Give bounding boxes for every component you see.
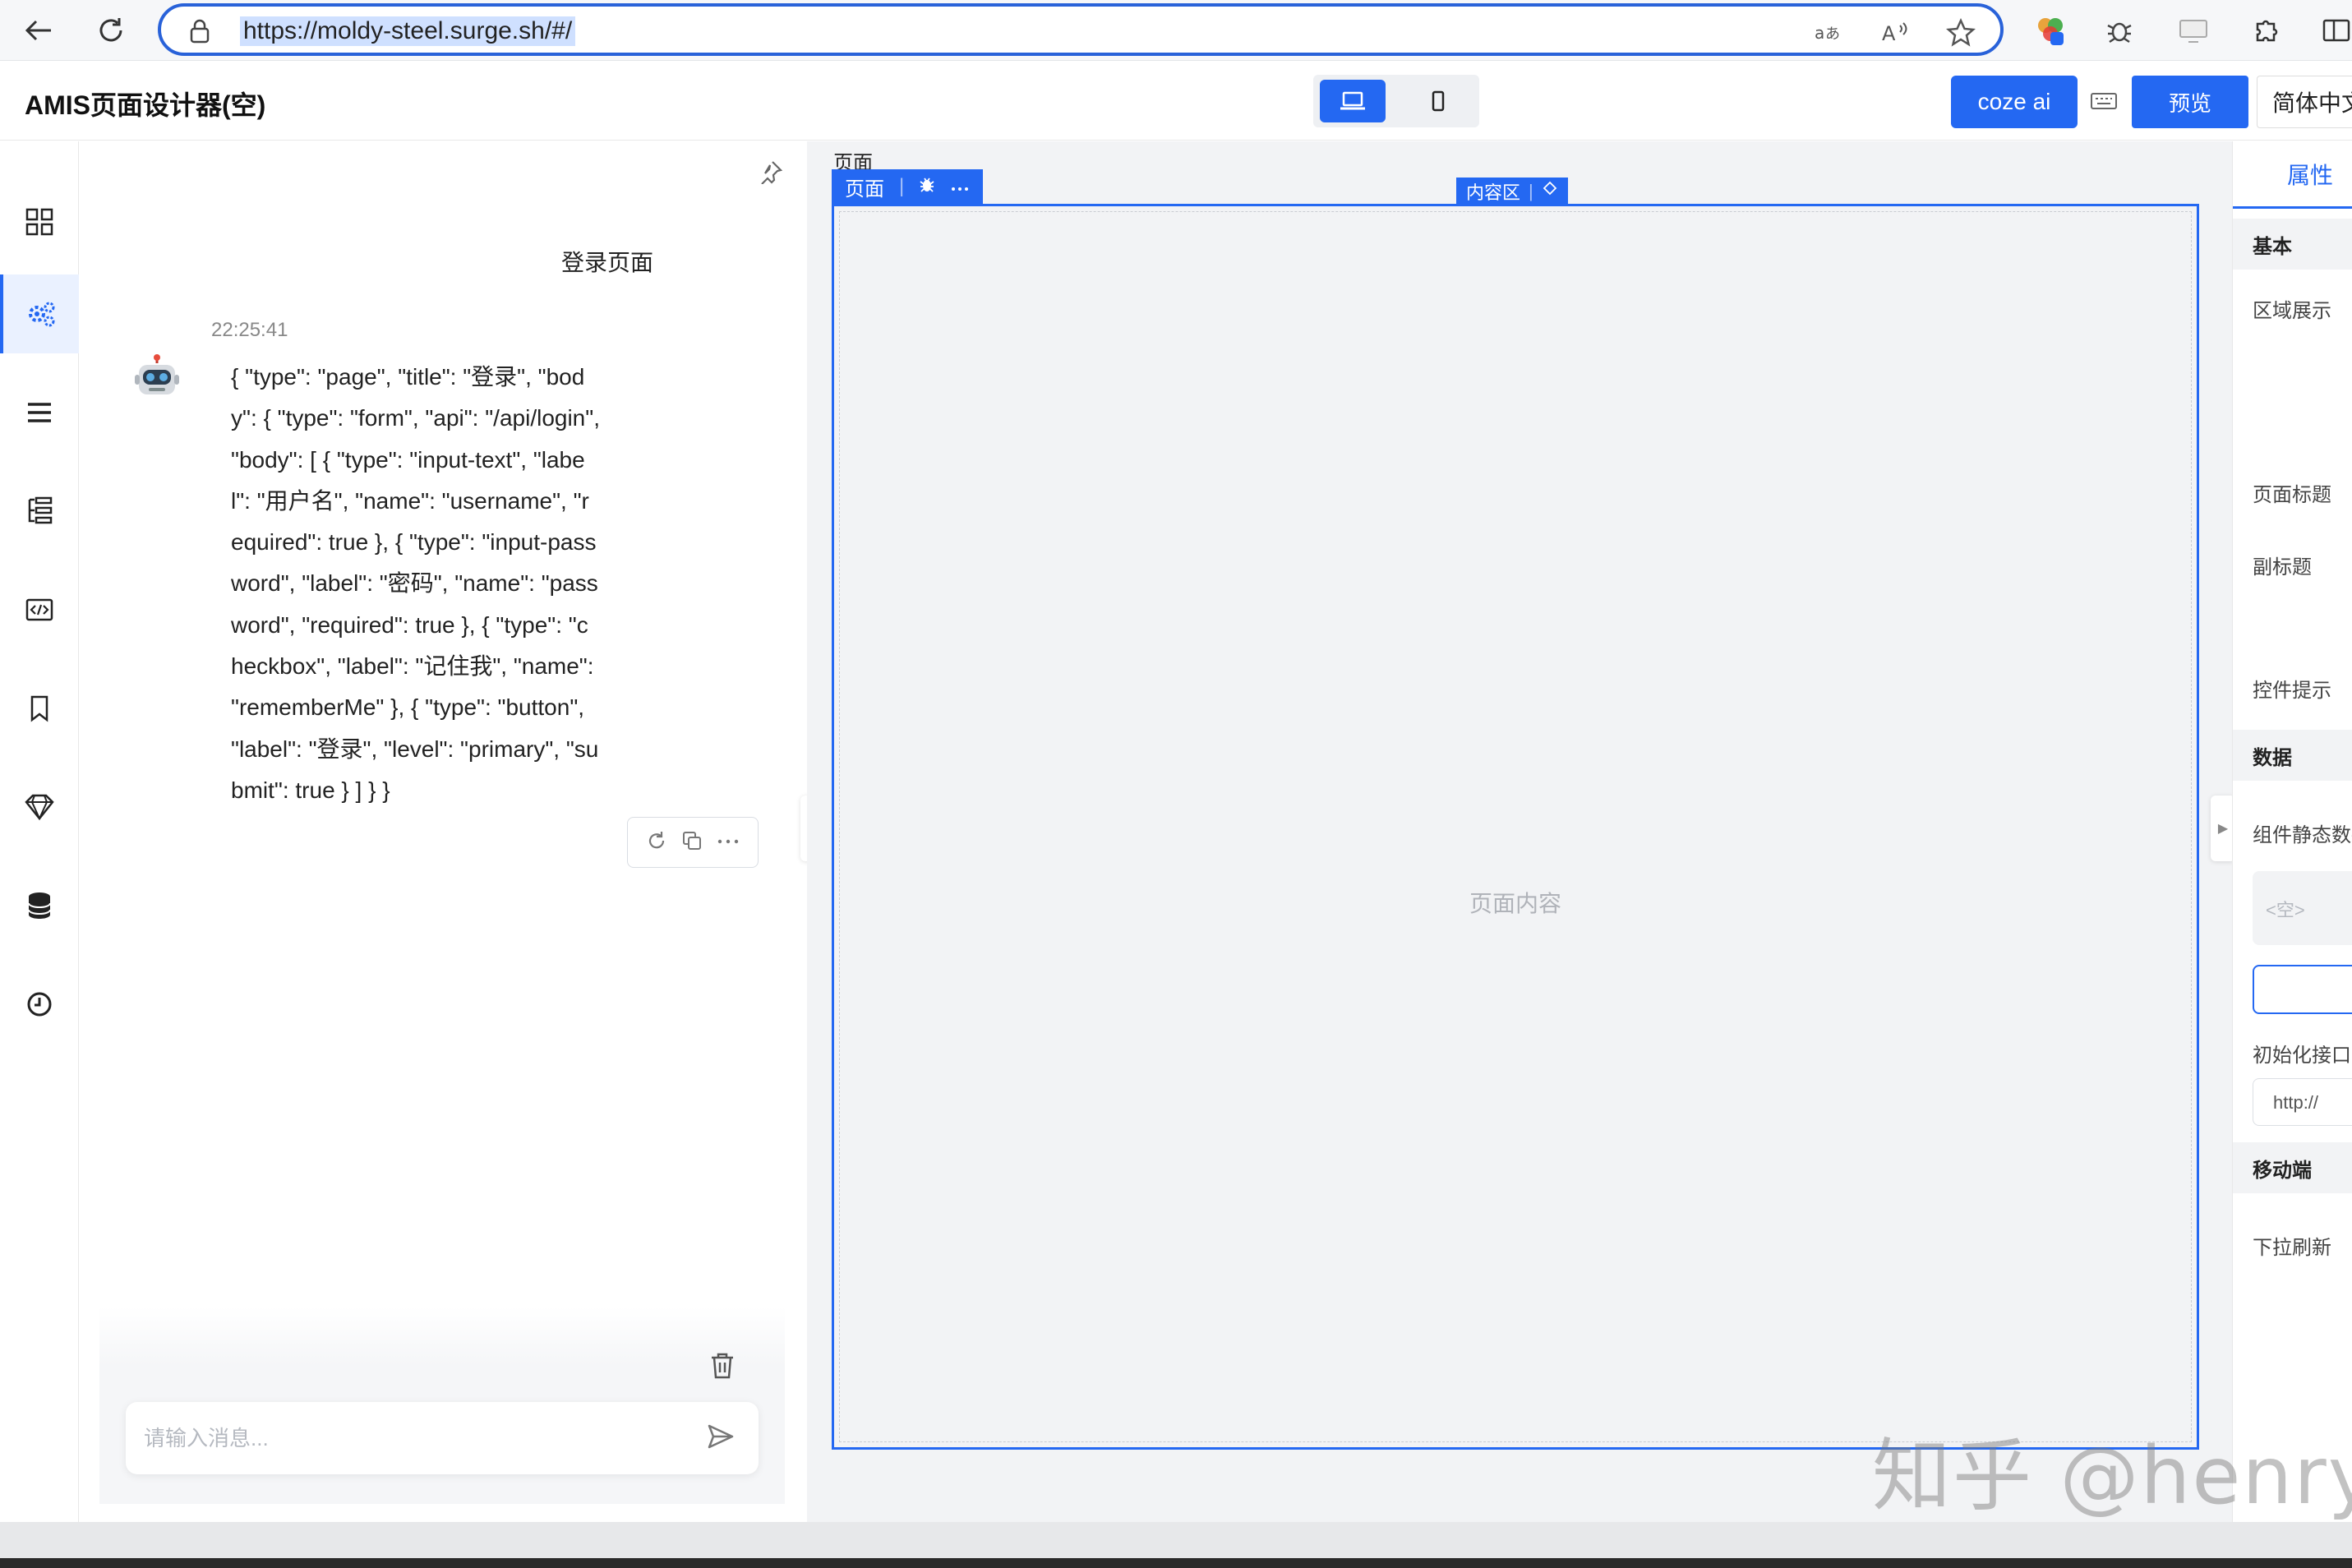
section-data[interactable]: 数据: [2233, 730, 2352, 781]
content-tag-label[interactable]: 内容区: [1466, 178, 1520, 205]
laptop-icon: [1340, 91, 1365, 110]
split-screen-icon[interactable]: [2317, 12, 2352, 49]
ai-gears-icon[interactable]: [0, 274, 79, 353]
extensions-puzzle-icon[interactable]: [2247, 12, 2285, 49]
message-input[interactable]: [144, 1420, 670, 1456]
content-region-tag: 内容区 |: [1456, 178, 1568, 205]
static-data-input[interactable]: [2253, 965, 2352, 1014]
bookmark-icon[interactable]: [0, 669, 79, 748]
section-basic[interactable]: 基本: [2233, 219, 2352, 270]
left-rail: [0, 141, 79, 1522]
bottom-edge: [0, 1558, 2352, 1568]
desktop-view-button[interactable]: [1320, 80, 1386, 122]
browser-toolbar: https://moldy-steel.surge.sh/#/ aあ A: [0, 0, 2352, 61]
page-selection-toolbar: 页面 |: [832, 169, 984, 204]
language-select[interactable]: 简体中文: [2257, 76, 2352, 128]
copy-icon[interactable]: [681, 830, 703, 855]
url-text[interactable]: https://moldy-steel.surge.sh/#/: [240, 16, 576, 46]
message-actions: [627, 817, 759, 868]
address-bar[interactable]: https://moldy-steel.surge.sh/#/ aあ A: [158, 3, 2004, 56]
label-static-data: 组件静态数据: [2253, 824, 2352, 846]
favorite-star-icon[interactable]: [1944, 16, 1977, 49]
pin-icon[interactable]: [759, 159, 783, 188]
api-placeholder: http://: [2273, 1092, 2319, 1113]
chat-compose-area: [99, 1307, 785, 1504]
page-body-region[interactable]: 页面内容: [839, 211, 2192, 1442]
more-icon[interactable]: [717, 835, 740, 850]
message-input-box: [126, 1402, 759, 1474]
device-switcher: [1313, 75, 1479, 127]
translate-icon[interactable]: aあ: [1813, 16, 1846, 49]
outline-tree-icon[interactable]: [0, 472, 79, 551]
label-subtitle: 副标题: [2253, 556, 2312, 579]
page-tag-label[interactable]: 页面: [845, 173, 884, 201]
keyboard-icon[interactable]: [2087, 85, 2120, 118]
menu-list-icon[interactable]: [0, 373, 79, 452]
screen: https://moldy-steel.surge.sh/#/ aあ A AMI…: [0, 0, 2352, 1568]
empty-placeholder: <空>: [2266, 900, 2305, 920]
label-init-api: 初始化接口: [2253, 1045, 2351, 1067]
preview-button[interactable]: 预览: [2132, 76, 2248, 128]
zhihu-watermark: 知乎 @henry: [1872, 1430, 2352, 1522]
user-message: 登录页面: [561, 250, 654, 275]
insert-component-icon[interactable]: [1542, 181, 1558, 202]
clear-trash-icon[interactable]: [709, 1351, 736, 1385]
svg-text:A: A: [1882, 22, 1896, 45]
debug-bug-icon[interactable]: [919, 175, 935, 199]
back-icon[interactable]: [18, 10, 59, 51]
tag-divider: |: [1529, 181, 1533, 201]
lock-icon[interactable]: [189, 18, 210, 48]
database-icon[interactable]: [0, 866, 79, 945]
label-page-title: 页面标题: [2253, 484, 2331, 506]
label-pull-refresh: 下拉刷新: [2253, 1237, 2331, 1259]
properties-panel: 属性 基本 区域展示 页面标题 副标题 控件提示 数据 组件静态数据 <空> 初…: [2232, 141, 2352, 1522]
regenerate-icon[interactable]: [646, 830, 667, 855]
components-grid-icon[interactable]: [0, 182, 79, 261]
reload-icon[interactable]: [90, 10, 131, 51]
section-mobile[interactable]: 移动端: [2233, 1142, 2352, 1193]
phone-icon: [1432, 90, 1445, 112]
toolbar-divider: |: [899, 175, 905, 197]
extension-screen-icon[interactable]: [2174, 12, 2212, 49]
app-title: AMIS页面设计器(空): [25, 90, 266, 120]
tab-properties[interactable]: 属性: [2233, 141, 2352, 209]
bot-message: { "type": "page", "title": "登录", "body":…: [231, 364, 606, 803]
mobile-view-button[interactable]: [1405, 80, 1471, 122]
robot-avatar-icon: [132, 353, 182, 403]
more-options-icon[interactable]: [950, 175, 970, 198]
read-aloud-icon[interactable]: A: [1879, 16, 1912, 49]
design-canvas: 页面 页面内容 页面 | 内容区 |: [807, 141, 2232, 1522]
diamond-icon[interactable]: [0, 768, 79, 846]
code-icon[interactable]: [0, 570, 79, 649]
send-icon[interactable]: [706, 1422, 736, 1455]
ai-chat-panel: 登录页面 22:25:41 { "type": "page", "title":…: [80, 141, 806, 1522]
page-component[interactable]: 页面内容: [832, 204, 2199, 1450]
label-region: 区域展示: [2253, 300, 2331, 322]
extension-bug-icon[interactable]: [2101, 12, 2138, 49]
page-content-placeholder: 页面内容: [1469, 891, 1561, 916]
coze-ai-button[interactable]: coze ai: [1951, 76, 2078, 128]
label-hint: 控件提示: [2253, 680, 2331, 702]
extension-colorful-icon[interactable]: [2031, 12, 2069, 49]
static-data-box[interactable]: <空>: [2253, 871, 2352, 945]
history-clock-icon[interactable]: [0, 965, 79, 1044]
svg-text:a: a: [1815, 23, 1824, 43]
app-header: AMIS页面设计器(空) coze ai 预览 简体中文: [0, 62, 2352, 141]
svg-text:あ: あ: [1825, 25, 1840, 43]
message-timestamp: 22:25:41: [211, 319, 288, 341]
init-api-input[interactable]: http://: [2253, 1078, 2352, 1126]
